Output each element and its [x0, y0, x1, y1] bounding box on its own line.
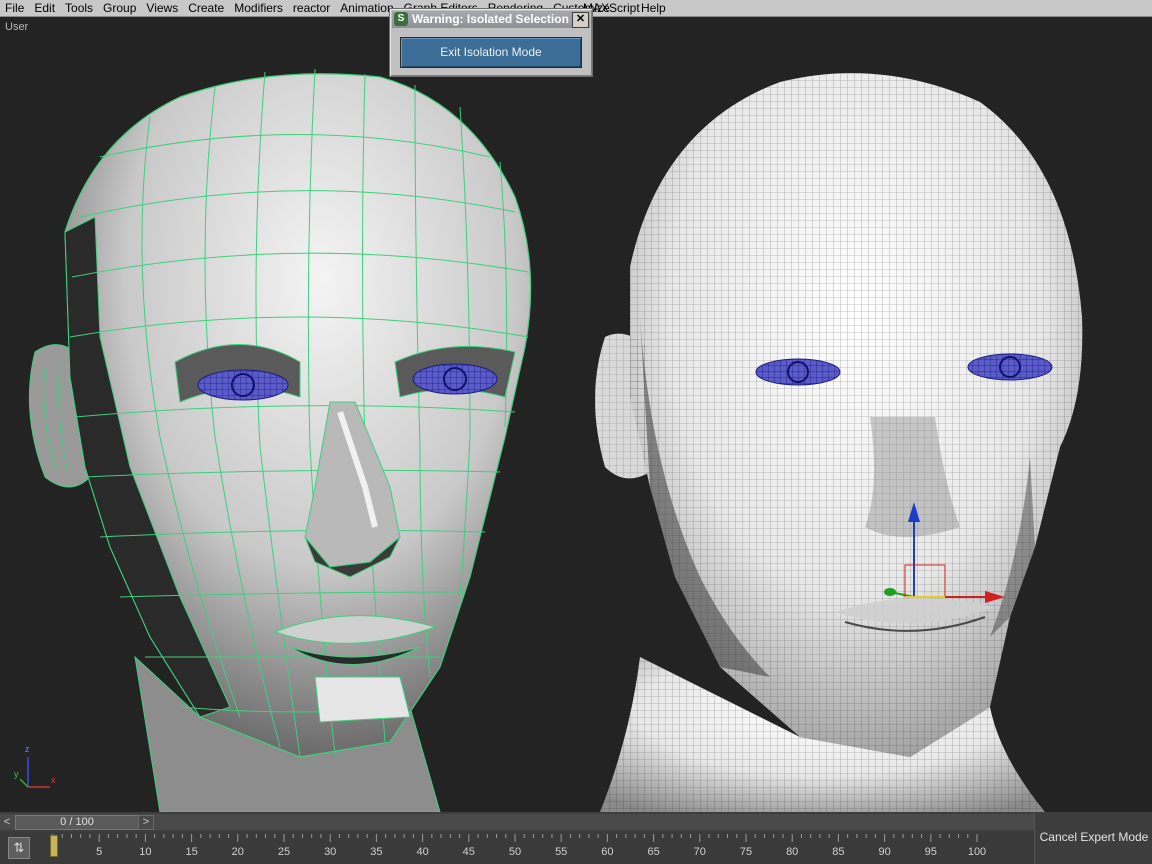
frame-cursor[interactable]: [50, 835, 58, 857]
isolated-selection-dialog: S Warning: Isolated Selection ✕ Exit Iso…: [389, 8, 593, 77]
timeline-tick-label: 60: [601, 846, 614, 858]
timeline-tick-label: 65: [647, 846, 660, 858]
timeline-ruler[interactable]: 0510152025303540455055606570758085909510…: [40, 834, 1034, 864]
menu-modifiers[interactable]: Modifiers: [229, 0, 288, 16]
timeline-tick-label: 80: [786, 846, 799, 858]
timeline-tick-label: 70: [693, 846, 706, 858]
app-icon: S: [394, 12, 408, 26]
timeline-tick-label: 50: [508, 846, 522, 858]
dialog-title: Warning: Isolated Selection: [412, 12, 569, 26]
menu-create[interactable]: Create: [183, 0, 229, 16]
timeline-tick-label: 35: [370, 846, 383, 858]
cancel-expert-mode-button[interactable]: Cancel Expert Mode: [1035, 828, 1152, 846]
time-slider[interactable]: < 0 / 100 >: [0, 814, 1034, 830]
subdivided-head[interactable]: [595, 73, 1083, 812]
axis-tripod: [19, 757, 50, 788]
timeline-tick-label: 25: [277, 846, 291, 858]
axis-label-x: x: [51, 775, 56, 785]
bottom-panel: < 0 / 100 > ⇅ 05101520253035404550556065…: [0, 812, 1152, 864]
timeline-tick-label: 100: [967, 846, 987, 858]
menu-views[interactable]: Views: [141, 0, 183, 16]
frame-display[interactable]: 0 / 100: [15, 815, 139, 830]
menu-tools[interactable]: Tools: [60, 0, 98, 16]
timeline-tick-label: 85: [832, 846, 845, 858]
timeline-tick-label: 30: [324, 846, 337, 858]
timeline-tick-label: 95: [924, 846, 937, 858]
close-icon[interactable]: ✕: [572, 12, 589, 28]
viewport-label[interactable]: User: [5, 21, 28, 33]
timeline-tick-label: 5: [96, 846, 103, 858]
menu-group[interactable]: Group: [98, 0, 141, 16]
exit-isolation-mode-button[interactable]: Exit Isolation Mode: [400, 37, 582, 68]
timeline-tick-label: 20: [231, 846, 244, 858]
dialog-titlebar[interactable]: S Warning: Isolated Selection ✕: [392, 11, 590, 28]
menu-reactor[interactable]: reactor: [288, 0, 335, 16]
prev-frame-button[interactable]: <: [0, 815, 14, 829]
low-poly-head[interactable]: [28, 68, 532, 812]
next-frame-button[interactable]: >: [138, 815, 154, 830]
timeline-tick-label: 75: [739, 846, 753, 858]
axis-label-y: y: [14, 769, 19, 779]
timeline-tick-label: 90: [878, 846, 891, 858]
status-area: Cancel Expert Mode: [1034, 812, 1152, 864]
timeline-tick-label: 10: [139, 846, 152, 858]
menu-file[interactable]: File: [0, 0, 29, 16]
curve-editor-icon[interactable]: ⇅: [8, 837, 30, 859]
user-viewport[interactable]: User z x y: [0, 17, 1152, 812]
timeline-tick-label: 15: [185, 846, 198, 858]
menu-help[interactable]: Help: [636, 0, 671, 16]
menu-edit[interactable]: Edit: [29, 0, 60, 16]
axis-label-z: z: [25, 744, 30, 754]
timeline-tick-label: 55: [555, 846, 568, 858]
viewport-scene: [19, 68, 1083, 812]
timeline-tick-label: 40: [416, 846, 429, 858]
timeline-tick-label: 45: [462, 846, 475, 858]
track-bar[interactable]: ⇅ 05101520253035404550556065707580859095…: [0, 832, 1034, 864]
